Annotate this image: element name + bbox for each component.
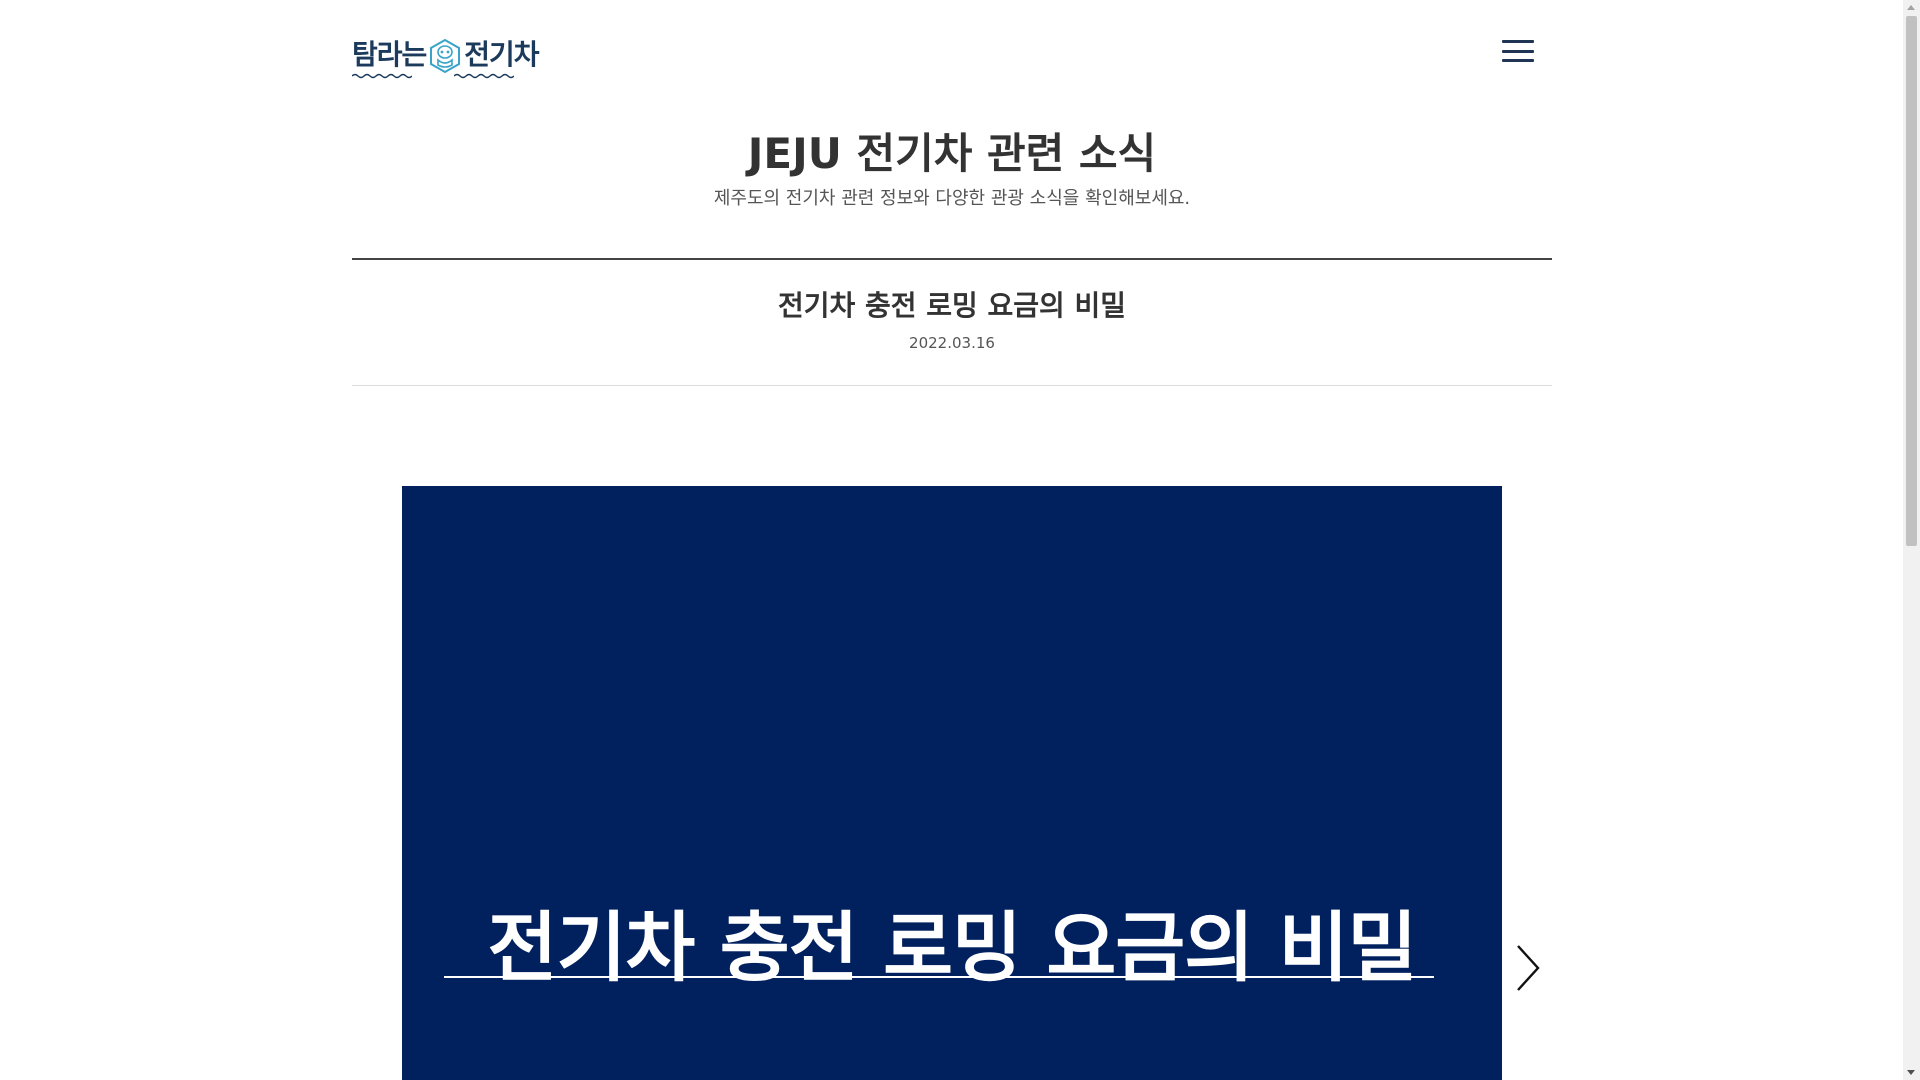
article-title: 전기차 충전 로밍 요금의 비밀 [777,289,1127,322]
article-image-slide: 전기차 충전 로밍 요금의 비밀 [402,486,1502,1080]
article-date: 2022.03.16 [909,334,995,352]
page: 탐라는 전기차 JEJU 전기차 관련 소식 제주도의 전기차 관련 정보와 다… [0,0,1920,1080]
article-header-divider [352,385,1552,386]
scroll-up-icon[interactable] [1907,5,1915,10]
slide-heading: 전기차 충전 로밍 요금의 비밀 [487,903,1418,992]
menu-line [1502,59,1534,62]
logo-wordmark: 탐라는 전기차 [352,33,540,79]
harubang-emblem-icon [430,39,461,73]
section-divider [352,258,1552,260]
scrollbar-thumb[interactable] [1906,16,1917,546]
logo-text-left: 탐라는 [352,38,427,71]
page-subtitle: 제주도의 전기차 관련 정보와 다양한 관광 소식을 확인해보세요. [713,188,1191,209]
menu-line [1502,40,1534,43]
slide-underline [444,976,1434,978]
logo-wave-decoration [352,73,412,79]
site-logo[interactable]: 탐라는 전기차 [352,32,540,80]
logo-wave-decoration [454,73,514,79]
scroll-down-icon[interactable] [1907,1070,1915,1075]
chevron-right-icon[interactable] [1512,942,1544,994]
menu-line [1502,49,1534,53]
page-title: JEJU 전기차 관련 소식 [747,129,1157,178]
hamburger-menu-icon[interactable] [1498,36,1538,66]
logo-text-right: 전기차 [464,38,539,71]
vertical-scrollbar[interactable] [1903,0,1920,1080]
